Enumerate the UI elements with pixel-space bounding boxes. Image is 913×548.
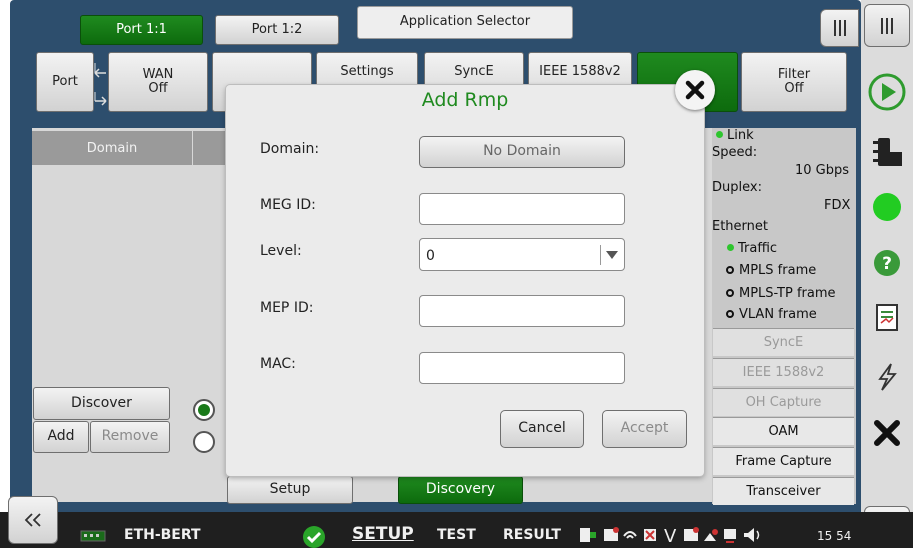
domain-selector[interactable]: No Domain	[419, 136, 625, 168]
level-label: Level:	[260, 243, 302, 259]
meg-id-label: MEG ID:	[260, 197, 316, 213]
dialog-close-button[interactable]	[675, 70, 715, 110]
mep-id-label: MEP ID:	[260, 300, 314, 316]
chevron-down-icon	[606, 251, 618, 259]
mep-id-input[interactable]	[419, 295, 625, 327]
close-icon	[685, 80, 705, 100]
mac-label: MAC:	[260, 356, 296, 372]
cancel-button[interactable]: Cancel	[500, 410, 584, 448]
accept-button[interactable]: Accept	[602, 410, 687, 448]
meg-id-input[interactable]	[419, 193, 625, 225]
level-select[interactable]: 0	[419, 238, 625, 271]
modal-overlay: Add Rmp Domain: No Domain MEG ID: Level:…	[0, 0, 913, 548]
level-select-divider	[600, 245, 601, 265]
screen: Port 1:1 Port 1:2 Application Selector P…	[0, 0, 913, 548]
domain-label: Domain:	[260, 141, 320, 157]
mac-input[interactable]	[419, 352, 625, 384]
accept-label: Accept	[620, 420, 669, 437]
cancel-label: Cancel	[518, 420, 566, 437]
dialog-title: Add Rmp	[421, 89, 509, 111]
domain-value: No Domain	[483, 143, 561, 160]
level-value: 0	[426, 248, 435, 264]
